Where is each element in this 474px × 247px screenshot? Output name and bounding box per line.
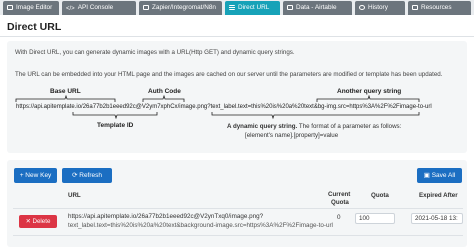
page-title: Direct URL xyxy=(7,21,62,33)
url-image-path: /image.png? xyxy=(177,104,211,110)
dynamic-query-format: [element's name].[property]=value xyxy=(245,132,339,139)
save-all-button[interactable]: ▣ Save All xyxy=(417,168,462,183)
plug-icon xyxy=(143,4,149,10)
save-icon: ▣ xyxy=(423,172,432,179)
close-icon: ✕ xyxy=(25,218,33,225)
link-icon xyxy=(229,4,235,10)
new-key-button[interactable]: + New Key xyxy=(14,168,57,183)
row-url-line2: text_label.text=this%20is%20a%20text&bac… xyxy=(68,222,333,229)
direct-url-info-card: With Direct URL, you can generate dynami… xyxy=(7,41,467,153)
tab-image-editor[interactable]: Image Editor xyxy=(3,1,59,15)
tab-direct-url[interactable]: Direct URL xyxy=(225,1,280,15)
header-quota: Quota xyxy=(371,192,389,199)
header-expired-after: Expired After xyxy=(419,192,458,199)
expired-after-input[interactable]: 2021-05-18 13: xyxy=(411,213,463,224)
header-current-quota: Current xyxy=(328,191,350,198)
tab-label: Direct URL xyxy=(238,4,270,11)
tab-bar: Image Editor </> API Console Zapier/Integ… xyxy=(0,0,474,15)
example-url: https://api.apitemplate.io/26a77b2b1eeed… xyxy=(16,104,432,110)
tab-label: Resources xyxy=(421,4,452,11)
tab-label: API Console xyxy=(77,4,114,11)
header-url: URL xyxy=(68,192,81,199)
dynamic-query-title: A dynamic query string. xyxy=(227,123,298,130)
tab-zapier[interactable]: Zapier/Integromat/N8n xyxy=(139,1,222,15)
refresh-button[interactable]: ⟳ Refresh xyxy=(62,168,112,183)
tab-api-console[interactable]: </> API Console xyxy=(62,1,136,15)
dynamic-query-description: A dynamic query string. The format of a … xyxy=(227,123,401,130)
delete-button[interactable]: ✕ Delete xyxy=(19,215,57,228)
tab-data-airtable[interactable]: Data - Airtable xyxy=(283,1,352,15)
url-query-1: text_label.text=this%20is%20a%20text xyxy=(210,104,314,110)
header-current-quota-line1: Current xyxy=(328,191,351,198)
book-icon xyxy=(412,4,418,10)
keys-panel: + New Key ⟳ Refresh ▣ Save All URL Curre… xyxy=(7,160,467,247)
table-icon xyxy=(287,4,293,10)
quota-input[interactable]: 100 xyxy=(355,213,395,224)
divider xyxy=(0,36,474,37)
row-url-line1[interactable]: https://api.apitemplate.io/26a77b2b1eeed… xyxy=(68,212,263,221)
tab-resources[interactable]: Resources xyxy=(408,1,471,15)
clock-icon xyxy=(359,4,365,10)
new-key-label: New Key xyxy=(25,172,52,179)
image-icon xyxy=(7,4,13,10)
save-all-label: Save All xyxy=(431,172,456,179)
tab-label: History xyxy=(368,4,388,11)
tab-label: Zapier/Integromat/N8n xyxy=(152,4,216,11)
url-auth-code: @V2ym7xphCx xyxy=(135,104,178,110)
table-header-divider xyxy=(13,208,463,209)
header-current-quota-2: Quota xyxy=(331,199,349,206)
template-id-label: Template ID xyxy=(97,122,134,129)
table-row-divider xyxy=(13,235,463,236)
dynamic-query-text: The format of a parameter as follows: xyxy=(297,123,402,130)
refresh-label: Refresh xyxy=(79,172,103,179)
row-current-quota: 0 xyxy=(337,214,341,221)
url-query-2: bg-img.src=https%3A%2F%2Fimage-to-url xyxy=(317,104,432,110)
tab-label: Image Editor xyxy=(16,4,53,11)
code-icon: </> xyxy=(66,5,75,12)
delete-label: Delete xyxy=(32,218,51,225)
diagram-braces xyxy=(15,94,420,120)
url-template-id: 26a77b2b1eeed92c xyxy=(82,104,136,110)
tab-label: Data - Airtable xyxy=(296,4,337,11)
tab-history[interactable]: History xyxy=(355,1,405,15)
url-base: https://api.apitemplate.io/ xyxy=(16,104,83,110)
